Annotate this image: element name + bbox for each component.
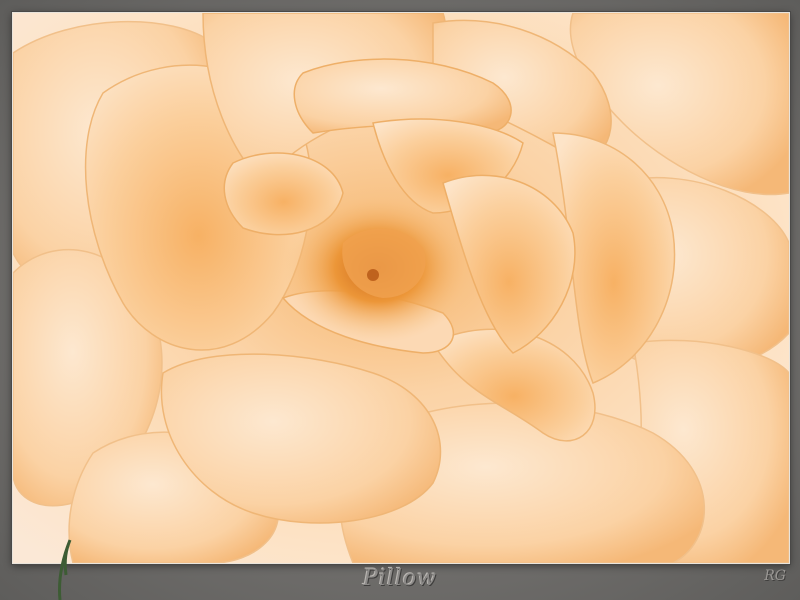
rose-illustration: [13, 13, 789, 563]
rose-pistil: [367, 269, 379, 281]
rose-photo: [12, 12, 790, 564]
artist-signature: RG: [764, 568, 786, 584]
picture-frame: Pillow RG: [0, 0, 800, 600]
caption-title: Pillow: [363, 566, 437, 591]
